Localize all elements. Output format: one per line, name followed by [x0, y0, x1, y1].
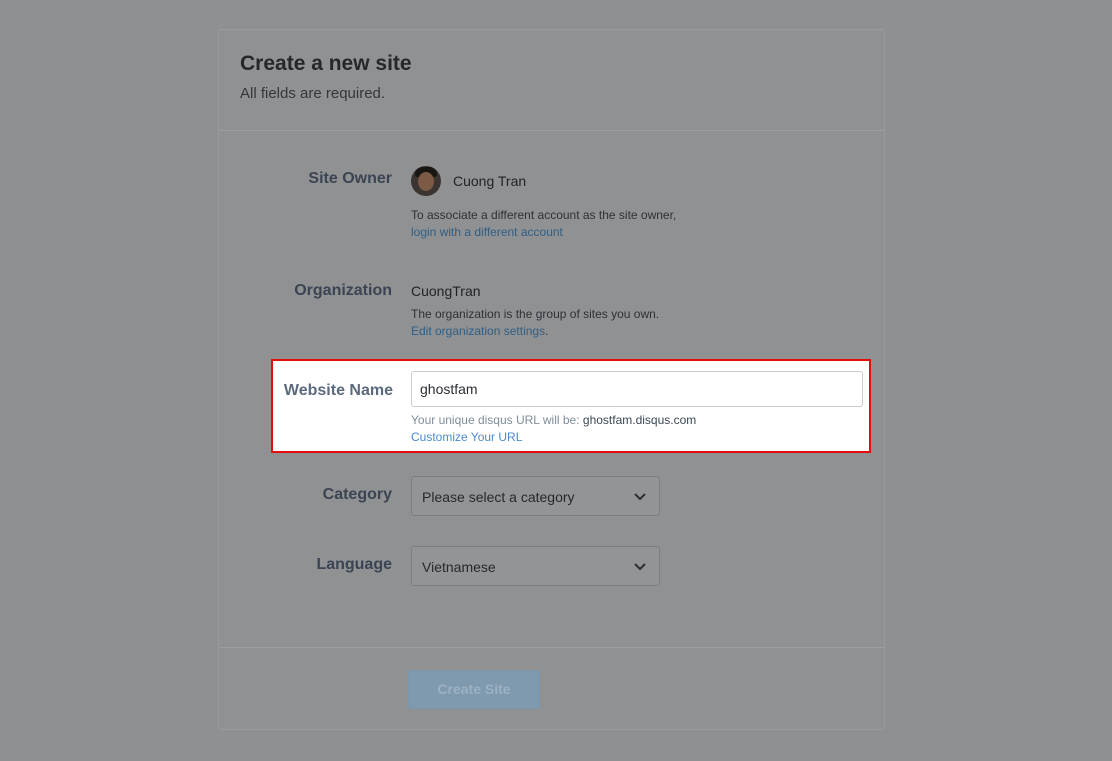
page-subtitle: All fields are required. — [240, 85, 386, 102]
login-different-account-link[interactable]: login with a different account — [411, 225, 563, 239]
card-header: Create a new site All fields are require… — [219, 30, 884, 131]
page-title: Create a new site — [240, 52, 412, 75]
website-url-help-prefix: Your unique disqus URL will be: — [411, 413, 583, 427]
owner-name: Cuong Tran — [453, 173, 527, 189]
edit-organization-settings-link[interactable]: Edit organization settings — [411, 324, 545, 338]
organization-help-text: The organization is the group of sites y… — [411, 307, 660, 321]
website-url: ghostfam.disqus.com — [582, 413, 697, 427]
website-url-help: Your unique disqus URL will be: ghostfam… — [411, 413, 696, 427]
language-select[interactable]: Vietnamese — [411, 546, 660, 586]
website-name-label: Website Name — [283, 382, 393, 399]
organization-help: The organization is the group of sites y… — [411, 306, 659, 340]
website-name-input[interactable] — [411, 371, 863, 407]
category-label: Category — [322, 486, 392, 503]
create-site-button[interactable]: Create Site — [408, 670, 540, 709]
site-owner-help-text: To associate a different account as the … — [411, 208, 677, 222]
chevron-down-icon — [634, 493, 646, 501]
website-name-highlight: Website Name Your unique disqus URL will… — [271, 359, 871, 453]
footer-divider — [219, 647, 884, 648]
site-owner-help: To associate a different account as the … — [411, 207, 676, 241]
category-selected-value: Please select a category — [422, 489, 575, 505]
category-select[interactable]: Please select a category — [411, 476, 660, 516]
chevron-down-icon — [634, 563, 646, 571]
organization-value: CuongTran — [411, 283, 481, 299]
language-label: Language — [316, 556, 392, 573]
avatar — [411, 166, 441, 196]
customize-url-link[interactable]: Customize Your URL — [411, 430, 522, 444]
organization-label: Organization — [294, 282, 392, 299]
language-selected-value: Vietnamese — [422, 559, 496, 575]
site-owner-label: Site Owner — [308, 170, 392, 187]
organization-link-suffix: . — [545, 324, 549, 338]
